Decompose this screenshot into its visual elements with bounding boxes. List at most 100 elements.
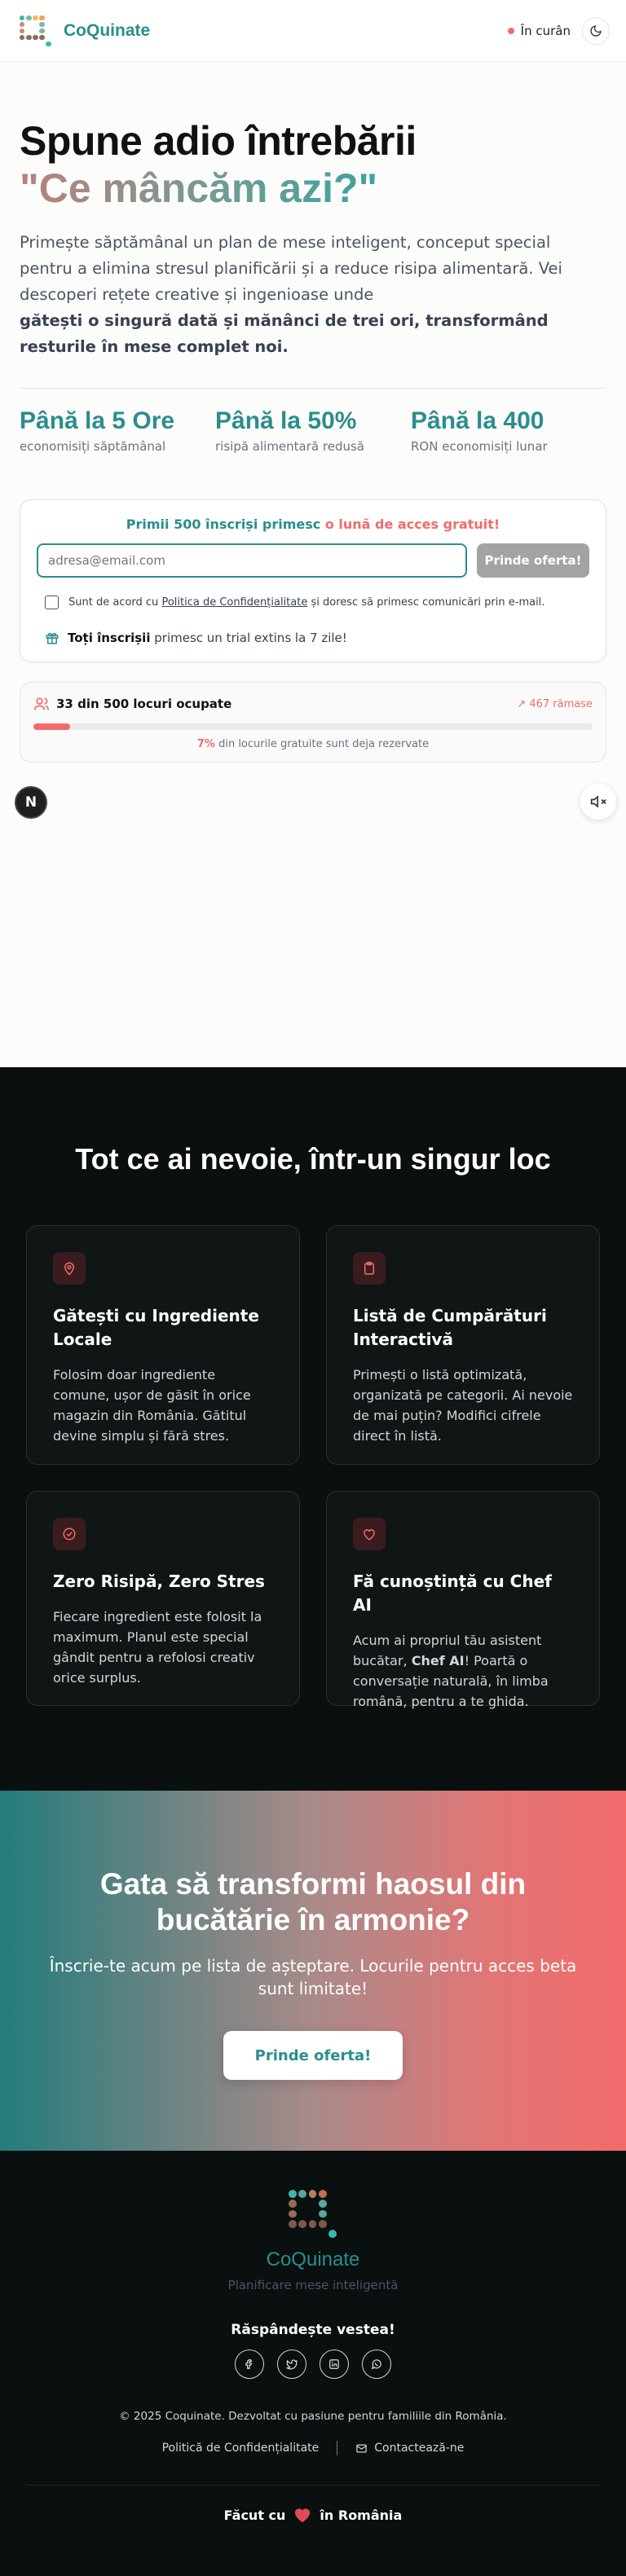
promo-text: Primii 500 înscriși primesc o lună de ac… [37, 517, 589, 532]
linkedin-icon [329, 2359, 339, 2369]
share-heading: Răspândește vestea! [231, 2322, 395, 2338]
feature-name: Listă de Cumpărături Interactivă [353, 1306, 547, 1349]
whatsapp-icon [371, 2359, 381, 2370]
email-input[interactable] [37, 543, 467, 578]
stat-waste: Până la 50% risipă alimentară redusă [215, 407, 411, 454]
feature-name: Gătești cu Ingrediente Locale [53, 1306, 259, 1349]
twitter-icon [286, 2359, 298, 2370]
features-title: Tot ce ai nevoie, într-un singur loc [75, 1142, 551, 1176]
consent-checkbox[interactable] [45, 596, 59, 609]
made-pre: Făcut cu [223, 2507, 286, 2523]
progress-percent: 7% [196, 738, 215, 750]
feature-desc: Acum ai propriul tău asistent bucătar, C… [353, 1630, 573, 1712]
feature-icon-box [53, 1518, 86, 1550]
logo[interactable]: CoQuinate [18, 14, 150, 48]
privacy-policy-link[interactable]: Politica de Confidențialitate [161, 596, 307, 609]
footer-logo-icon [287, 2188, 339, 2240]
trial-text: primesc un trial extins la 7 zile! [154, 631, 347, 645]
twitter-button[interactable] [277, 2350, 306, 2379]
spots-taken-label: 33 din 500 locuri ocupate [56, 697, 232, 711]
hero-description-bold: gătești o singură dată și mănânci de tre… [20, 311, 549, 356]
hero-description: Primește săptămânal un plan de mese inte… [20, 233, 562, 304]
footer-links: Politică de Confidențialitate Contacteaz… [0, 2441, 626, 2455]
logo-dot [39, 21, 45, 28]
theme-toggle-button[interactable] [582, 16, 610, 45]
feature-icon-box [353, 1252, 386, 1285]
dev-tools-button[interactable]: N [15, 786, 47, 819]
logo-dot [39, 28, 45, 34]
progress-bar [33, 723, 593, 730]
feature-desc-bold: Chef AI [411, 1653, 465, 1668]
logo-dot [289, 2200, 297, 2209]
consent-text: Sunt de acord cu Politica de Confidenția… [68, 596, 544, 609]
map-pin-icon [64, 1262, 75, 1276]
whatsapp-button[interactable] [362, 2350, 391, 2379]
consent-pre: Sunt de acord cu [68, 596, 159, 609]
divider [20, 388, 606, 389]
feature-desc: Fiecare ingredient este folosit la maxim… [53, 1609, 262, 1686]
feature-icon-box [53, 1252, 86, 1285]
logo-dot [289, 2190, 297, 2198]
stat-money: Până la 400 RON economisiți lunar [411, 407, 606, 454]
logo-dot [33, 15, 38, 20]
logo-dot [20, 34, 25, 41]
logo-dot [39, 15, 45, 20]
logo-dot [308, 2219, 317, 2228]
signup-form: Prinde oferta! [37, 543, 589, 578]
footer-brand: CoQuinate [266, 2249, 360, 2270]
facebook-button[interactable] [235, 2350, 264, 2379]
progress-note-text: din locurile gratuite sunt deja rezervat… [218, 738, 430, 750]
brand-name: CoQuinate [64, 20, 151, 40]
heart-icon [295, 2508, 311, 2523]
features-grid: Gătești cu Ingrediente Locale Folosim do… [0, 1225, 626, 1709]
spots-remaining: ↗ 467 rămase [517, 697, 593, 710]
mute-button[interactable] [580, 784, 616, 820]
facebook-icon [245, 2359, 253, 2369]
social-links [0, 2350, 626, 2379]
logo-dot [318, 2219, 327, 2228]
contact-link[interactable]: Contactează-ne [355, 2442, 464, 2455]
logo-dot [33, 34, 38, 41]
users-icon [33, 697, 50, 710]
cta-section: Gata să transformi haosul din bucătărie … [0, 1791, 626, 2151]
logo-dot [26, 34, 32, 41]
linkedin-button[interactable] [320, 2350, 349, 2379]
logo-dot [289, 2219, 297, 2228]
logo-dot [20, 28, 25, 34]
logo-icon [18, 14, 52, 48]
contact-label: Contactează-ne [374, 2442, 465, 2455]
made-with-love: Făcut cu în România [0, 2507, 626, 2523]
top-nav: CoQuinate În curân [0, 0, 626, 62]
hero-section: Spune adio întrebării "Ce mâncăm azi?" P… [0, 62, 626, 763]
feature-card: Gătești cu Ingrediente Locale Folosim do… [26, 1225, 300, 1465]
hero-title-highlight: "Ce mâncăm azi?" [20, 165, 606, 212]
stat-time: Până la 5 Ore economisiți săptămânal [20, 407, 215, 454]
page: CoQuinate În curân Spune adio întrebării… [0, 0, 626, 2576]
logo-dot [39, 34, 45, 41]
stat-value: Până la 5 Ore [20, 407, 175, 434]
feature-name: Zero Risipă, Zero Stres [53, 1572, 265, 1591]
stat-label: risipă alimentară redusă [215, 439, 364, 454]
consent-row: Sunt de acord cu Politica de Confidenția… [37, 596, 589, 609]
spots-progress-card: 33 din 500 locuri ocupate ↗ 467 rămase 7… [20, 682, 606, 763]
privacy-link[interactable]: Politică de Confidențialitate [162, 2442, 320, 2455]
made-post: în România [320, 2507, 403, 2523]
feature-card: Zero Risipă, Zero Stres Fiecare ingredie… [26, 1491, 300, 1706]
logo-dot [318, 2190, 327, 2198]
stat-value: Până la 50% [215, 407, 357, 434]
cta-button[interactable]: Prinde oferta! [223, 2031, 403, 2080]
submit-button[interactable]: Prinde oferta! [477, 543, 589, 578]
promo-text-main: Primii 500 înscriși primesc [126, 517, 321, 532]
logo-dot [20, 15, 25, 20]
logo-dot [328, 2230, 337, 2239]
cta-subtitle: Înscrie-te acum pe lista de așteptare. L… [49, 1956, 577, 1998]
feature-card: Fă cunoștință cu Chef AI Acum ai propriu… [326, 1491, 600, 1709]
mail-icon [356, 2444, 368, 2452]
copyright: © 2025 Coquinate. Dezvoltat cu pasiune p… [119, 2410, 507, 2423]
heart-icon [364, 1529, 375, 1541]
coming-soon-label: În curân [520, 23, 571, 38]
logo-dot [298, 2219, 307, 2228]
logo-dot [26, 15, 32, 20]
logo-dot [298, 2190, 307, 2198]
coming-soon-badge: În curân [507, 23, 571, 38]
